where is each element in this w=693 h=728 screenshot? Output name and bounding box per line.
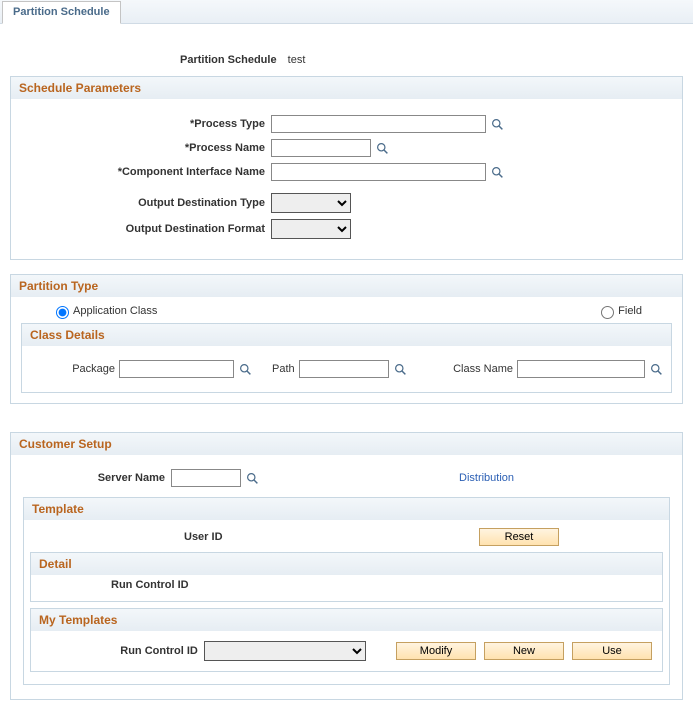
field-radio-label: Field [618,305,642,317]
package-input[interactable] [119,360,234,378]
class-details-group: Class Details Package Path Class Name [21,323,672,393]
distribution-link[interactable]: Distribution [459,472,514,484]
class-name-lookup-icon[interactable] [650,363,663,376]
mytemplates-run-control-id-label: Run Control ID [41,645,204,657]
customer-setup-group: Customer Setup Server Name Distribution … [10,432,683,700]
process-name-input[interactable] [271,139,371,157]
path-label: Path [272,363,295,375]
new-button[interactable]: New [484,642,564,660]
application-class-radio[interactable] [56,306,69,319]
process-type-lookup-icon[interactable] [491,118,504,131]
output-dest-format-label: Output Destination Format [23,223,271,235]
detail-group: Detail Run Control ID [30,552,663,602]
process-name-label: *Process Name [23,142,271,154]
page-header: Partition Schedule test [0,54,693,66]
server-name-label: Server Name [23,472,171,484]
process-type-label: *Process Type [23,118,271,130]
reset-button[interactable]: Reset [479,528,559,546]
process-type-input[interactable] [271,115,486,133]
tab-bar: Partition Schedule [0,0,693,24]
modify-button[interactable]: Modify [396,642,476,660]
my-templates-group: My Templates Run Control ID Modify New U… [30,608,663,672]
class-name-input[interactable] [517,360,645,378]
component-interface-lookup-icon[interactable] [491,166,504,179]
customer-setup-title: Customer Setup [11,433,682,455]
schedule-parameters-title: Schedule Parameters [11,77,682,99]
path-lookup-icon[interactable] [394,363,407,376]
header-label: Partition Schedule [180,54,277,66]
run-control-id-select[interactable] [204,641,366,661]
header-value: test [288,54,306,66]
process-name-lookup-icon[interactable] [376,142,389,155]
server-name-lookup-icon[interactable] [246,472,259,485]
template-group: Template User ID Reset Detail Run Contro… [23,497,670,685]
server-name-input[interactable] [171,469,241,487]
schedule-parameters-group: Schedule Parameters *Process Type *Proce… [10,76,683,260]
package-lookup-icon[interactable] [239,363,252,376]
component-interface-label: *Component Interface Name [23,166,271,178]
output-dest-type-select[interactable] [271,193,351,213]
component-interface-input[interactable] [271,163,486,181]
template-title: Template [24,498,669,520]
detail-run-control-id-label: Run Control ID [111,579,189,591]
my-templates-title: My Templates [31,609,662,631]
output-dest-type-label: Output Destination Type [23,197,271,209]
user-id-label: User ID [24,531,223,543]
partition-type-title: Partition Type [11,275,682,297]
field-radio[interactable] [601,306,614,319]
output-dest-format-select[interactable] [271,219,351,239]
use-button[interactable]: Use [572,642,652,660]
path-input[interactable] [299,360,389,378]
tab-partition-schedule[interactable]: Partition Schedule [2,1,121,24]
class-name-label: Class Name [453,363,513,375]
partition-type-group: Partition Type Application Class Field C… [10,274,683,404]
package-label: Package [30,363,115,375]
application-class-radio-label: Application Class [73,305,157,317]
class-details-title: Class Details [22,324,671,346]
detail-title: Detail [31,553,662,575]
